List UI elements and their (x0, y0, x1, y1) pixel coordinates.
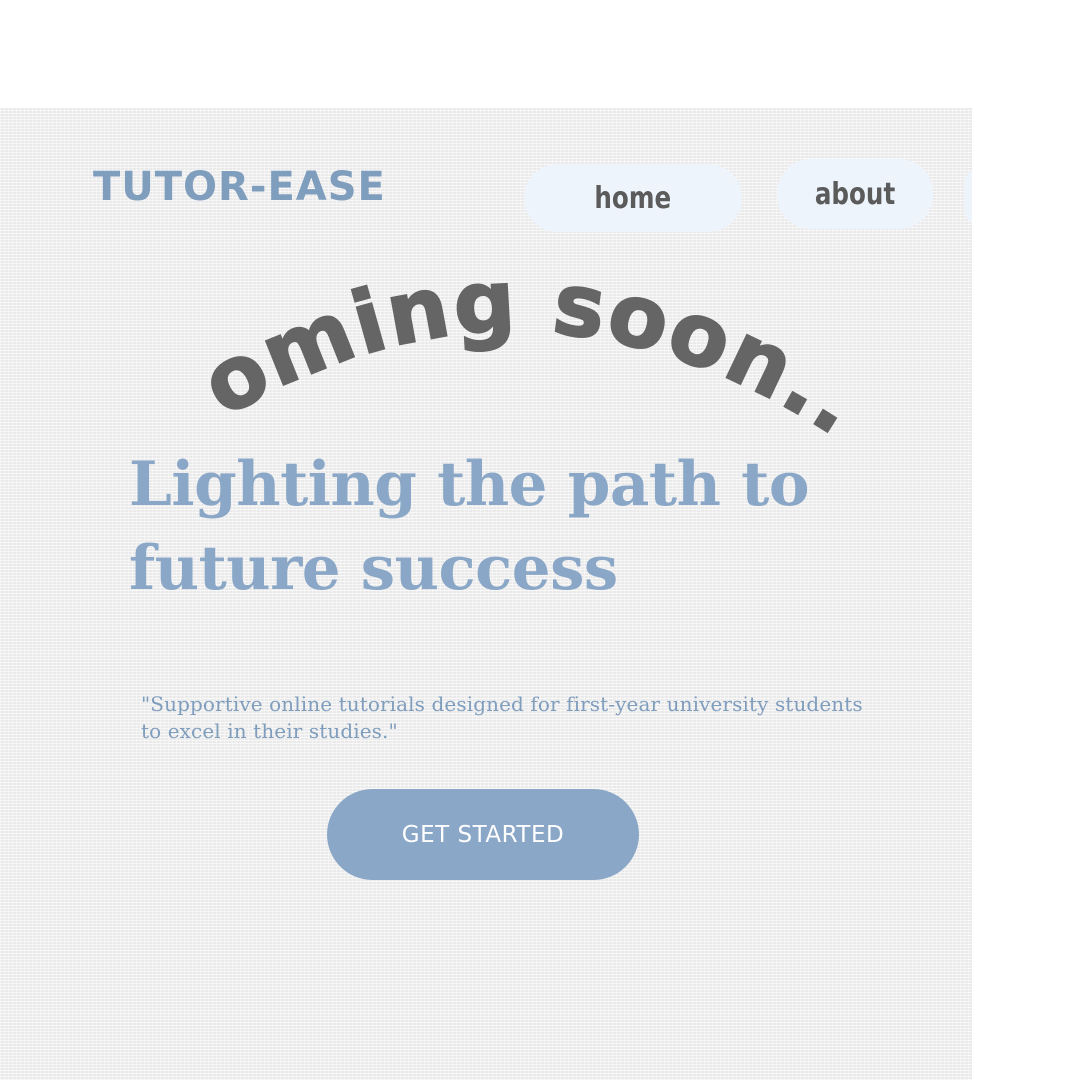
page: TUTOR-EASE home about Lighting the path … (0, 0, 1080, 1080)
nav-home-button[interactable]: home (524, 164, 742, 232)
headline-line-2: future success (129, 533, 618, 604)
nav-about-label: about (814, 176, 896, 212)
headline-line-1: Lighting the path to (129, 449, 810, 520)
nav-item-partial[interactable] (964, 166, 972, 228)
coming-soon-text: coming soon... (0, 108, 878, 455)
nav-home-label: home (594, 180, 672, 216)
nav-about-button[interactable]: about (777, 159, 933, 229)
tagline-line-1: "Supportive online tutorials designed fo… (141, 692, 863, 716)
tagline-line-2: to excel in their studies." (141, 719, 398, 743)
get-started-button[interactable]: GET STARTED (327, 789, 639, 880)
hero-section: TUTOR-EASE home about Lighting the path … (0, 108, 972, 1080)
brand-logo[interactable]: TUTOR-EASE (93, 165, 386, 209)
hero-tagline: "Supportive online tutorials designed fo… (141, 691, 863, 745)
hero-headline: Lighting the path to future success (129, 443, 810, 611)
